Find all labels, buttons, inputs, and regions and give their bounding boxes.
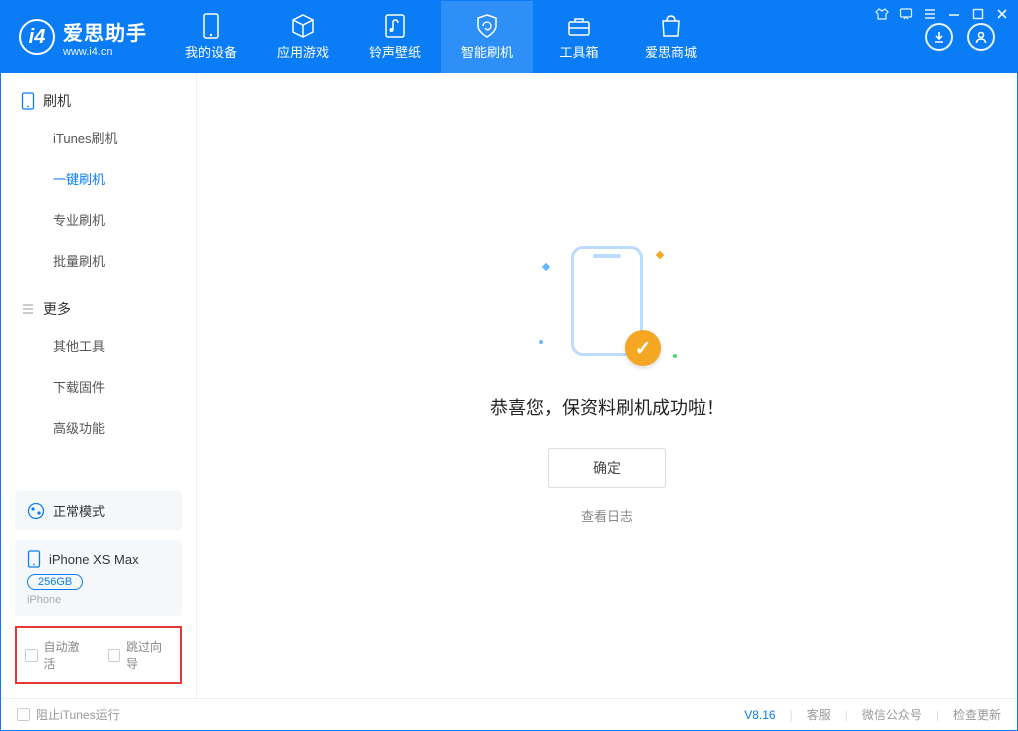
logo-icon: i4: [19, 19, 55, 55]
nav-toolbox[interactable]: 工具箱: [533, 1, 625, 73]
device-type: iPhone: [27, 594, 170, 606]
nav-my-device[interactable]: 我的设备: [165, 1, 257, 73]
sidebar: 刷机 iTunes刷机 一键刷机 专业刷机 批量刷机 更多 其他工具 下载固件 …: [1, 73, 197, 698]
success-illustration: ✓: [537, 246, 677, 366]
toolbox-icon: [566, 13, 592, 39]
sidebar-item-batch-flash[interactable]: 批量刷机: [1, 240, 196, 281]
sidebar-item-other-tools[interactable]: 其他工具: [1, 325, 196, 366]
phone-icon: [27, 550, 41, 568]
cube-icon: [290, 13, 316, 39]
device-card[interactable]: iPhone XS Max 256GB iPhone: [15, 540, 182, 616]
top-nav: 我的设备 应用游戏 铃声壁纸 智能刷机 工具箱 爱思商城: [165, 1, 717, 73]
nav-ringtone-wallpaper[interactable]: 铃声壁纸: [349, 1, 441, 73]
checkbox-block-itunes[interactable]: 阻止iTunes运行: [17, 706, 120, 723]
success-message: 恭喜您，保资料刷机成功啦！: [490, 394, 724, 420]
sidebar-item-oneclick-flash[interactable]: 一键刷机: [1, 158, 196, 199]
music-file-icon: [382, 13, 408, 39]
body: 刷机 iTunes刷机 一键刷机 专业刷机 批量刷机 更多 其他工具 下载固件 …: [1, 73, 1017, 698]
main-content: ✓ 恭喜您，保资料刷机成功啦！ 确定 查看日志: [197, 73, 1017, 698]
sidebar-item-advanced[interactable]: 高级功能: [1, 407, 196, 448]
check-update-link[interactable]: 检查更新: [953, 706, 1001, 723]
view-log-link[interactable]: 查看日志: [581, 506, 633, 525]
shield-refresh-icon: [474, 13, 500, 39]
nav-label: 爱思商城: [645, 42, 697, 61]
ok-button[interactable]: 确定: [548, 448, 666, 488]
sidebar-item-pro-flash[interactable]: 专业刷机: [1, 199, 196, 240]
user-button[interactable]: [967, 23, 995, 51]
list-icon: [21, 302, 35, 316]
sidebar-section-more: 更多: [1, 281, 196, 325]
nav-label: 应用游戏: [277, 42, 329, 61]
minimize-icon[interactable]: [947, 7, 961, 26]
checkbox-auto-activate[interactable]: 自动激活: [25, 638, 90, 672]
device-capacity: 256GB: [27, 574, 83, 590]
sidebar-item-download-firmware[interactable]: 下载固件: [1, 366, 196, 407]
menu-icon[interactable]: [923, 7, 937, 26]
support-link[interactable]: 客服: [807, 706, 831, 723]
nav-apps-games[interactable]: 应用游戏: [257, 1, 349, 73]
window-controls: [875, 7, 1009, 26]
nav-label: 工具箱: [559, 42, 598, 61]
header: i4 爱思助手 www.i4.cn 我的设备 应用游戏 铃声壁纸 智能刷机: [1, 1, 1017, 73]
wechat-link[interactable]: 微信公众号: [862, 706, 922, 723]
nav-label: 智能刷机: [461, 42, 513, 61]
app-window: i4 爱思助手 www.i4.cn 我的设备 应用游戏 铃声壁纸 智能刷机: [0, 0, 1018, 731]
sidebar-section-flash: 刷机: [1, 73, 196, 117]
checkmark-badge-icon: ✓: [625, 330, 661, 366]
device-mode[interactable]: 正常模式: [15, 491, 182, 530]
nav-store[interactable]: 爱思商城: [625, 1, 717, 73]
download-button[interactable]: [925, 23, 953, 51]
logo: i4 爱思助手 www.i4.cn: [1, 1, 165, 73]
shopping-bag-icon: [658, 13, 684, 39]
maximize-icon[interactable]: [971, 7, 985, 26]
footer: 阻止iTunes运行 V8.16 | 客服 | 微信公众号 | 检查更新: [1, 698, 1017, 730]
sidebar-item-itunes-flash[interactable]: iTunes刷机: [1, 117, 196, 158]
device-name: iPhone XS Max: [49, 552, 139, 567]
device-icon: [198, 13, 224, 39]
nav-smart-flash[interactable]: 智能刷机: [441, 1, 533, 73]
close-icon[interactable]: [995, 7, 1009, 26]
shirt-icon[interactable]: [875, 7, 889, 26]
flash-options-highlighted: 自动激活 跳过向导: [15, 626, 182, 684]
app-subtitle: www.i4.cn: [63, 46, 147, 58]
feedback-icon[interactable]: [899, 7, 913, 26]
version-label: V8.16: [744, 708, 775, 722]
phone-icon: [21, 92, 35, 110]
checkbox-skip-guide[interactable]: 跳过向导: [108, 638, 173, 672]
nav-label: 我的设备: [185, 42, 237, 61]
app-title: 爱思助手: [63, 17, 147, 46]
nav-label: 铃声壁纸: [369, 42, 421, 61]
mode-icon: [27, 502, 45, 520]
